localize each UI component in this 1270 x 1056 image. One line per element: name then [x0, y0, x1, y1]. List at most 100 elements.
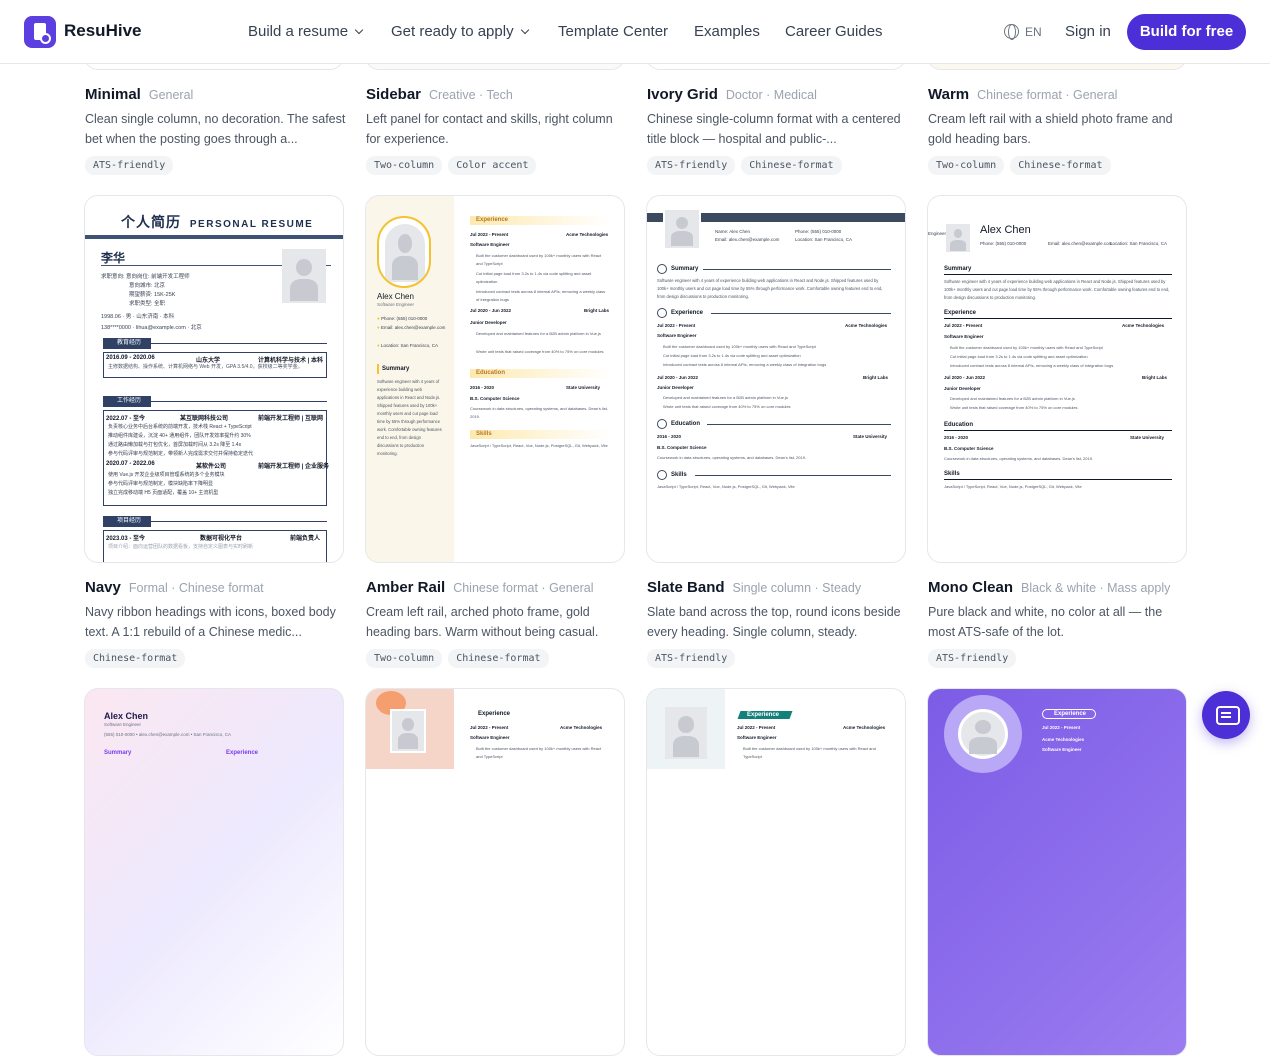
preview-heading: Experience	[944, 310, 977, 316]
preview-heading: Skills	[476, 431, 492, 437]
tag-list: ATS-friendly	[85, 156, 174, 175]
top-navbar: ResuHive Build a resume Get ready to app…	[0, 0, 1270, 64]
template-description: Pure black and white, no color at all — …	[928, 605, 1163, 639]
globe-icon[interactable]	[1004, 24, 1019, 40]
template-title[interactable]: Navy Formal · Chinese format	[85, 579, 264, 596]
tag: Two-column	[366, 649, 443, 668]
section-rule	[151, 401, 327, 402]
photo-frame	[377, 216, 431, 288]
section-heading: 项目经历	[103, 516, 151, 527]
section-box: 2023.03 - 至今 数据可视化平台 前端负责人 项目介绍：面向运营团队的数…	[103, 530, 327, 562]
template-title[interactable]: Ivory Grid Doctor · Medical	[647, 86, 817, 103]
briefcase-icon	[657, 308, 667, 318]
preview-heading: Education	[944, 422, 974, 428]
template-card-violet[interactable]: Experience Jul 2022 - Present Acme Techn…	[927, 688, 1187, 1056]
template-title[interactable]: Sidebar Creative · Tech	[366, 86, 513, 103]
photo-placeholder-icon	[946, 224, 970, 252]
preview-text: ● Email: alex.chen@example.com	[377, 325, 446, 330]
tag: ATS-friendly	[85, 156, 174, 175]
header-rule	[85, 235, 343, 239]
language-switch[interactable]: EN	[1025, 25, 1042, 39]
heading-bar	[377, 364, 379, 374]
preview-text: 138****0000 · lihua@example.com · 北京	[101, 325, 202, 331]
preview-heading: Skills	[944, 471, 960, 477]
nav-build-resume[interactable]: Build a resume	[248, 23, 364, 40]
section-heading: 教育经历	[103, 338, 151, 349]
template-card-teal[interactable]: Experience Jul 2022 - Present Acme Techn…	[646, 688, 906, 1056]
graduation-icon	[657, 419, 667, 429]
template-card-floral[interactable]: Experience Jul 2022 - Present Acme Techn…	[365, 688, 625, 1056]
photo-placeholder-icon	[663, 208, 701, 250]
preview-text: Software Engineer	[377, 302, 415, 307]
preview-heading: Skills	[671, 472, 687, 478]
tag-list: Two-column Chinese-format	[928, 156, 1111, 175]
preview-text: 意向城市: 北京	[129, 283, 166, 289]
template-title[interactable]: Minimal General	[85, 86, 193, 103]
template-description: Left panel for contact and skills, right…	[366, 112, 613, 146]
preview-text: 1998.06 · 男 · 山东济南 · 本科	[101, 314, 175, 320]
template-description: Chinese single-column format with a cent…	[647, 112, 901, 146]
tag: Chinese-format	[448, 649, 549, 668]
chat-support-icon[interactable]	[1202, 691, 1250, 739]
tag-list: Two-column Chinese-format	[366, 649, 549, 668]
slate-preview: Name: Alex Chen Phone: (555) 010-0000 Em…	[647, 196, 905, 562]
chevron-down-icon	[520, 25, 529, 35]
tag: ATS-friendly	[647, 649, 736, 668]
photo-placeholder-icon	[958, 709, 1008, 759]
template-card-amber-rail[interactable]: Alex Chen Software Engineer ● Phone: (55…	[365, 195, 625, 563]
tag: Chinese-format	[1010, 156, 1111, 175]
nav-examples[interactable]: Examples	[694, 23, 760, 40]
tag: Chinese-format	[741, 156, 842, 175]
template-card-slate-band[interactable]: Name: Alex Chen Phone: (555) 010-0000 Em…	[646, 195, 906, 563]
photo-placeholder-icon	[385, 224, 425, 282]
resuhive-logo-icon[interactable]	[24, 16, 56, 48]
section-box: 2016.09 - 2020.06 山东大学 计算机科学与技术 | 本科 主修数…	[103, 352, 327, 378]
tag-list: ATS-friendly	[928, 649, 1017, 668]
nav-get-ready[interactable]: Get ready to apply	[391, 23, 529, 40]
nav-template-center[interactable]: Template Center	[558, 23, 668, 40]
preview-heading: Experience	[476, 217, 509, 223]
template-title[interactable]: Slate Band Single column · Steady	[647, 579, 861, 596]
preview-text: 求职类型: 全职	[129, 301, 166, 307]
summary-icon	[657, 264, 667, 274]
preview-text: Software engineer with 4 years of experi…	[377, 379, 442, 456]
preview-heading: Education	[671, 421, 701, 427]
template-description: Clean single column, no decoration. The …	[85, 112, 346, 146]
mono-preview: Engineer Alex Chen Phone: (555) 010-0000…	[928, 196, 1186, 562]
preview-text: ● Location: San Francisco, CA	[377, 343, 439, 348]
template-card-navy[interactable]: 个人简历 PERSONAL RESUME 李华 求职意向: 意向岗位: 前端开发…	[84, 195, 344, 563]
template-card-gradient[interactable]: Alex Chen Software Engineer (555) 010-00…	[84, 688, 344, 1056]
section-box: 2022.07 - 至今 某互联网科技公司 前端开发工程师 | 互联网 负责核心…	[103, 410, 329, 506]
preview-name: Alex Chen	[104, 711, 149, 721]
tag: Two-column	[366, 156, 443, 175]
preview-name: Alex Chen	[980, 224, 1031, 236]
navy-preview: 个人简历 PERSONAL RESUME 李华 求职意向: 意向岗位: 前端开发…	[85, 196, 343, 562]
preview-title: 个人简历 PERSONAL RESUME	[121, 214, 314, 230]
brand-name[interactable]: ResuHive	[64, 21, 141, 41]
photo-placeholder-icon	[282, 249, 326, 303]
preview-text: 期望薪资: 15K-25K	[129, 292, 176, 298]
tag: Chinese-format	[85, 649, 186, 668]
template-description: Cream left rail, arched photo frame, gol…	[366, 605, 599, 639]
preview-heading: Summary	[944, 266, 972, 272]
template-title[interactable]: Mono Clean Black & white · Mass apply	[928, 579, 1170, 596]
preview-name: Alex Chen	[377, 292, 414, 301]
chevron-down-icon	[354, 25, 364, 35]
preview-name: 李华	[101, 251, 126, 265]
star-icon	[657, 470, 667, 480]
sign-in-link[interactable]: Sign in	[1065, 23, 1111, 40]
template-description: Navy ribbon headings with icons, boxed b…	[85, 605, 336, 639]
tag-list: ATS-friendly	[647, 649, 736, 668]
tag-list: Chinese-format	[85, 649, 186, 668]
template-title[interactable]: Warm Chinese format · General	[928, 86, 1117, 103]
tag: Color accent	[448, 156, 537, 175]
template-card-mono-clean[interactable]: Engineer Alex Chen Phone: (555) 010-0000…	[927, 195, 1187, 563]
section-heading: 工作经历	[103, 396, 151, 407]
template-title[interactable]: Amber Rail Chinese format · General	[366, 579, 594, 596]
section-rule	[151, 343, 327, 344]
template-description: Slate band across the top, round icons b…	[647, 605, 901, 639]
build-for-free-button[interactable]: Build for free	[1127, 14, 1246, 50]
tag-list: ATS-friendly Chinese-format	[647, 156, 842, 175]
nav-career-guides[interactable]: Career Guides	[785, 23, 883, 40]
template-description: Cream left rail with a shield photo fram…	[928, 112, 1173, 146]
